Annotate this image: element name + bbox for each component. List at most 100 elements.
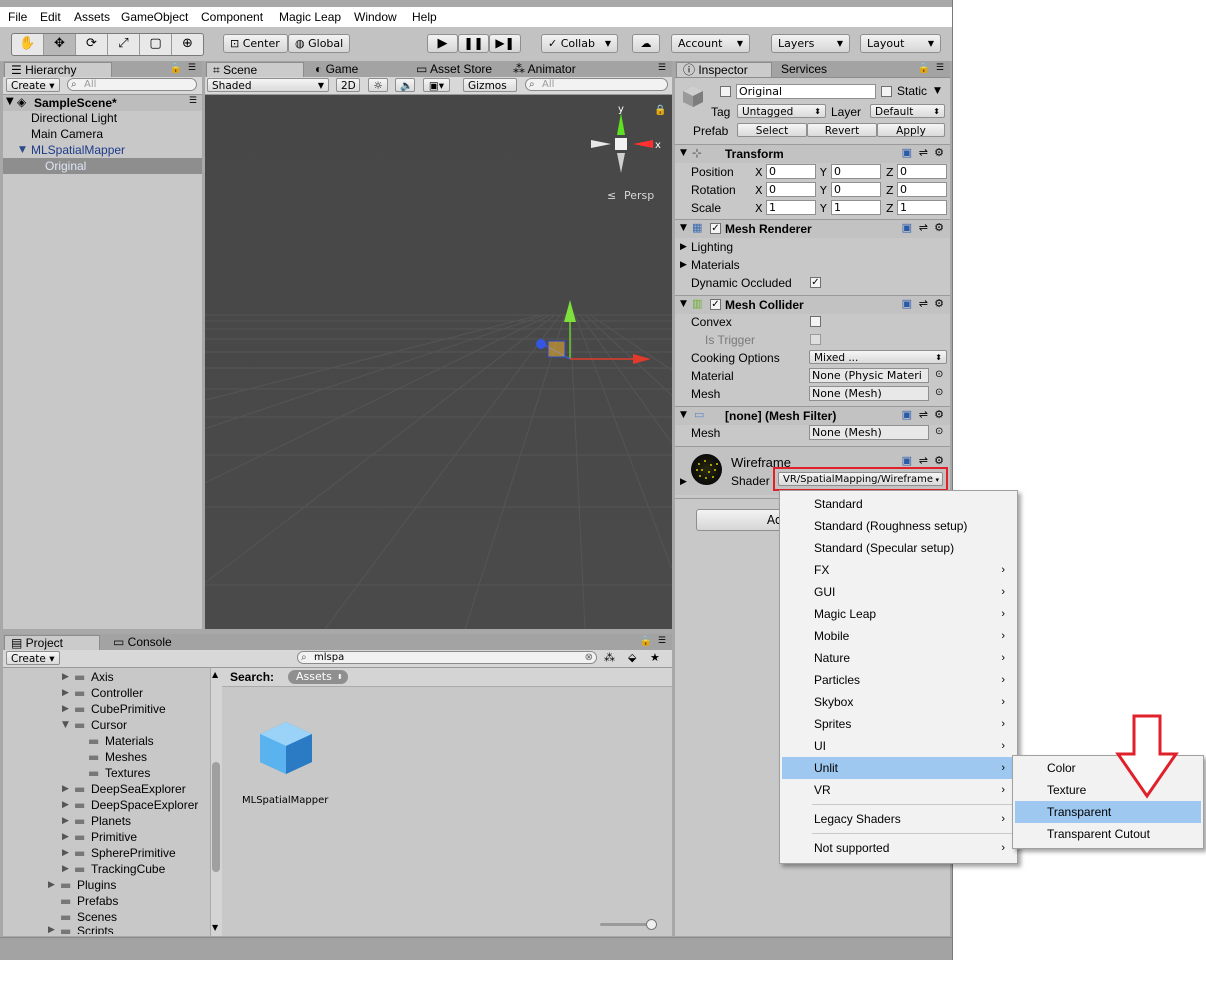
layout-dropdown[interactable]: Layout ▼	[860, 34, 941, 53]
folder-cubeprimitive[interactable]: CubePrimitive	[91, 702, 166, 716]
pause-button[interactable]: ❚❚	[458, 34, 489, 53]
rotate-tool-icon[interactable]: ⟳	[76, 34, 108, 55]
tree-scrollbar[interactable]: ▲ ▼	[210, 668, 222, 936]
folder-controller[interactable]: Controller	[91, 686, 143, 700]
scene-search-input[interactable]: ⌕ All	[525, 78, 668, 91]
scale-x-input[interactable]: 1	[766, 200, 816, 215]
foldout-arrow-icon[interactable]: ▶	[62, 672, 69, 682]
folder-textures[interactable]: Textures	[105, 766, 150, 780]
folder-materials[interactable]: Materials	[105, 734, 154, 748]
filter-mesh-field[interactable]: None (Mesh)	[809, 425, 929, 440]
project-search-input[interactable]: ⌕ mlspa ⊗	[297, 651, 597, 664]
position-y-input[interactable]: 0	[831, 164, 881, 179]
transform-tool-icon[interactable]: ⊕	[172, 34, 203, 55]
foldout-arrow-icon[interactable]: ▼	[680, 410, 687, 420]
menu-gameobject[interactable]: GameObject	[121, 10, 188, 24]
shader-menu-item-fx[interactable]: FX ›	[782, 559, 1015, 581]
convex-checkbox[interactable]	[810, 316, 821, 327]
tab-services[interactable]: Services	[775, 62, 855, 77]
folder-scenes[interactable]: Scenes	[77, 910, 117, 924]
foldout-arrow-icon[interactable]: ▶	[62, 704, 69, 714]
mesh-renderer-header[interactable]: ▼ ▦ ✓ Mesh Renderer ▣ ⇌ ⚙	[675, 220, 950, 238]
folder-prefabs[interactable]: Prefabs	[77, 894, 118, 908]
gear-icon[interactable]: ⚙	[934, 297, 944, 310]
preset-icon[interactable]: ⇌	[919, 297, 928, 310]
lighting-toggle[interactable]: ☼	[368, 78, 388, 92]
menu-component[interactable]: Component	[201, 10, 263, 24]
shader-menu-item-nature[interactable]: Nature ›	[782, 647, 1015, 669]
scrollbar-thumb[interactable]	[212, 762, 220, 872]
hierarchy-item-mlspatialmapper[interactable]: MLSpatialMapper	[31, 143, 125, 157]
menu-window[interactable]: Window	[354, 10, 397, 24]
rotation-z-input[interactable]: 0	[897, 182, 947, 197]
preset-icon[interactable]: ⇌	[919, 454, 928, 467]
tab-scene[interactable]: ⌗ Scene	[206, 62, 304, 77]
shader-menu-item-standard-specular[interactable]: Standard (Specular setup)	[782, 537, 1015, 559]
shader-menu-item-ui[interactable]: UI ›	[782, 735, 1015, 757]
audio-toggle[interactable]: 🔈	[395, 78, 415, 92]
folder-plugins[interactable]: Plugins	[77, 878, 116, 892]
foldout-arrow-icon[interactable]: ▼	[6, 96, 14, 107]
help-icon[interactable]: ▣	[902, 297, 912, 310]
hierarchy-item-directional-light[interactable]: Directional Light	[31, 111, 117, 125]
position-z-input[interactable]: 0	[897, 164, 947, 179]
icon-size-slider[interactable]	[600, 923, 652, 926]
lighting-foldout[interactable]: Lighting	[691, 240, 733, 254]
foldout-arrow-icon[interactable]: ▶	[62, 784, 69, 794]
account-dropdown[interactable]: Account ▼	[671, 34, 750, 53]
shader-menu-item-unlit[interactable]: Unlit ›	[782, 757, 1015, 779]
search-scope-assets[interactable]: Assets ⬍	[288, 670, 348, 684]
collab-button[interactable]: ✓ Collab ▼	[541, 34, 618, 53]
lock-icon[interactable]: 🔒	[640, 636, 652, 647]
persp-label[interactable]: Persp	[624, 189, 654, 202]
position-x-input[interactable]: 0	[766, 164, 816, 179]
folder-planets[interactable]: Planets	[91, 814, 131, 828]
favorite-star-icon[interactable]: ★	[650, 651, 660, 664]
materials-foldout[interactable]: Materials	[691, 258, 740, 272]
shader-menu-item-standard-roughness[interactable]: Standard (Roughness setup)	[782, 515, 1015, 537]
shader-menu-item-mobile[interactable]: Mobile ›	[782, 625, 1015, 647]
hierarchy-item-original-row[interactable]: Original	[3, 158, 202, 174]
mesh-collider-enabled-checkbox[interactable]: ✓	[710, 299, 721, 310]
panel-menu-icon[interactable]: ☰	[658, 636, 666, 646]
foldout-arrow-icon[interactable]: ▶	[62, 800, 69, 810]
lock-icon[interactable]: 🔒	[170, 63, 182, 74]
help-icon[interactable]: ▣	[902, 221, 912, 234]
prefab-apply-button[interactable]: Apply	[877, 123, 945, 137]
help-icon[interactable]: ▣	[902, 408, 912, 421]
tag-dropdown[interactable]: Untagged ⬍	[737, 104, 826, 118]
object-picker-icon[interactable]: ⊙	[935, 387, 943, 398]
shader-menu-item-not-supported[interactable]: Not supported ›	[782, 837, 1015, 859]
static-dropdown-icon[interactable]: ▼	[934, 86, 941, 96]
collider-material-field[interactable]: None (Physic Materi	[809, 368, 929, 383]
gear-icon[interactable]: ⚙	[934, 221, 944, 234]
gear-icon[interactable]: ⚙	[934, 454, 944, 467]
foldout-arrow-icon[interactable]: ▶	[680, 242, 687, 252]
transform-header[interactable]: ▼ ⊹ Transform ▣ ⇌ ⚙	[675, 145, 950, 163]
tab-animator[interactable]: ⁂ Animator	[507, 62, 605, 77]
shader-menu-item-skybox[interactable]: Skybox ›	[782, 691, 1015, 713]
project-create-button[interactable]: Create ▾	[6, 651, 60, 665]
scale-tool-icon[interactable]: ⤢	[108, 34, 140, 55]
effects-dropdown[interactable]: ▣▾	[423, 78, 450, 92]
mesh-filter-header[interactable]: ▼ ▭ [none] (Mesh Filter) ▣ ⇌ ⚙	[675, 407, 950, 425]
unlit-item-transparent[interactable]: Transparent	[1015, 801, 1201, 823]
scale-y-input[interactable]: 1	[831, 200, 881, 215]
gameobject-name-input[interactable]: Original	[736, 84, 876, 99]
shader-menu-item-particles[interactable]: Particles ›	[782, 669, 1015, 691]
folder-axis[interactable]: Axis	[91, 670, 114, 684]
gear-icon[interactable]: ⚙	[934, 146, 944, 159]
gear-icon[interactable]: ⚙	[934, 408, 944, 421]
shader-menu-item-sprites[interactable]: Sprites ›	[782, 713, 1015, 735]
folder-primitive[interactable]: Primitive	[91, 830, 137, 844]
step-button[interactable]: ▶❚	[489, 34, 521, 53]
tab-game[interactable]: ◐ Game	[309, 62, 399, 77]
pivot-global-button[interactable]: ◍ Global	[288, 34, 350, 53]
shader-menu-item-legacy-shaders[interactable]: Legacy Shaders ›	[782, 808, 1015, 830]
foldout-arrow-icon[interactable]: ▶	[48, 926, 55, 934]
tab-hierarchy[interactable]: ☰ Hierarchy	[4, 62, 112, 77]
folder-sphereprimitive[interactable]: SpherePrimitive	[91, 846, 176, 860]
folder-deepspaceexplorer[interactable]: DeepSpaceExplorer	[91, 798, 198, 812]
cooking-options-dropdown[interactable]: Mixed ... ⬍	[809, 350, 947, 364]
mesh-collider-header[interactable]: ▼ ▥ ✓ Mesh Collider ▣ ⇌ ⚙	[675, 296, 950, 314]
